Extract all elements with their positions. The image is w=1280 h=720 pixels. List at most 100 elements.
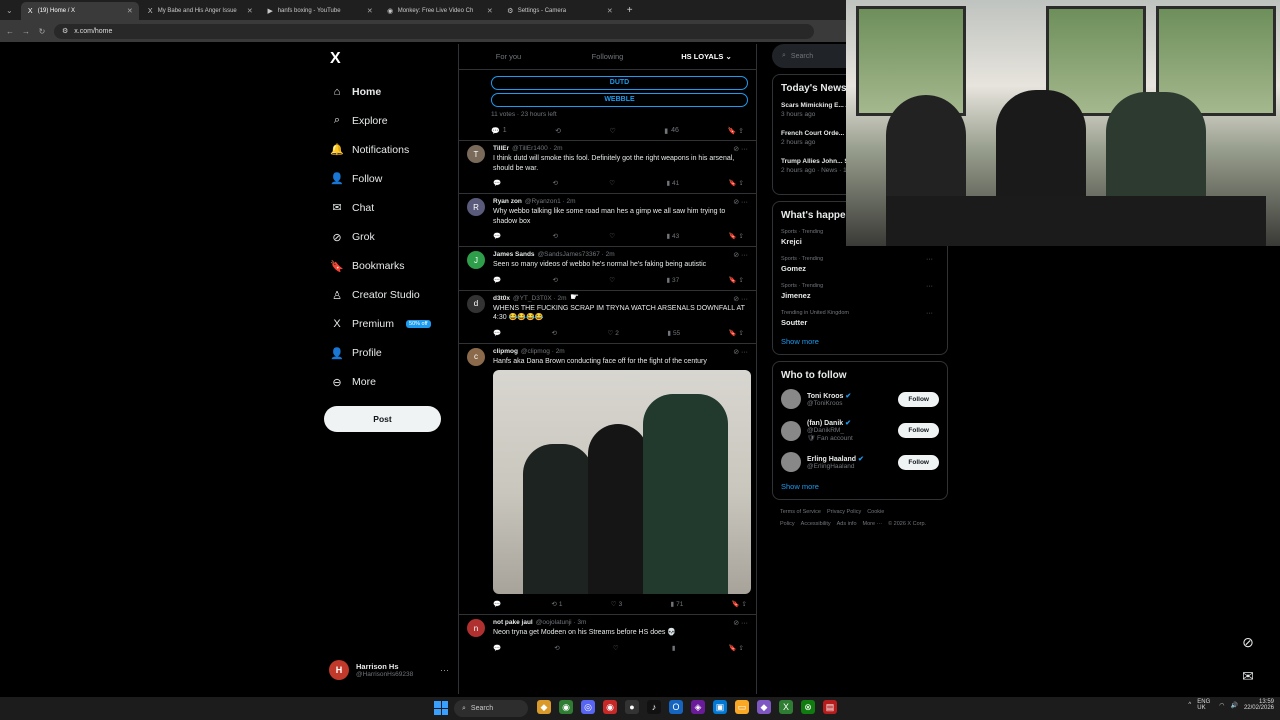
repost-icon[interactable]: ⟲ [555, 127, 561, 135]
app-icon[interactable]: ◉ [603, 700, 617, 714]
outlook-icon[interactable]: O [669, 700, 683, 714]
follow-suggestion[interactable]: Toni Kroos ✔ @ToniKroos Follow [781, 389, 939, 409]
close-icon[interactable]: ✕ [487, 7, 493, 15]
repost-icon[interactable]: ⟲ [552, 232, 559, 240]
views-icon[interactable]: ▮ 37 [666, 276, 679, 284]
nav-item-follow[interactable]: 👤 Follow [322, 164, 452, 193]
footer-link[interactable]: Privacy Policy [827, 509, 861, 515]
wifi-icon[interactable]: ◠ [1219, 702, 1224, 709]
repost-icon[interactable]: ⟲ [552, 179, 559, 187]
back-icon[interactable]: ← [4, 27, 16, 36]
nav-item-chat[interactable]: ✉ Chat [322, 193, 452, 222]
forward-icon[interactable]: → [20, 27, 32, 36]
like-icon[interactable]: ♡ [609, 232, 617, 240]
app-icon[interactable]: ◆ [757, 700, 771, 714]
views-icon[interactable]: ▮ 41 [666, 179, 679, 187]
github-icon[interactable]: ● [625, 700, 639, 714]
tab-following[interactable]: Following [558, 52, 657, 61]
browser-tab[interactable]: ⚙ Settings - Camera ✕ [501, 2, 619, 20]
footer-link[interactable]: More ··· [863, 521, 883, 527]
avatar[interactable] [781, 452, 801, 472]
taskbar-search[interactable]: ⌕ Search [454, 700, 528, 717]
poll-option[interactable]: WEBBLE [491, 93, 748, 107]
reply-icon[interactable]: 💬 [493, 232, 503, 240]
browser-tab[interactable]: X (19) Home / X ✕ [20, 2, 139, 20]
grok-icon[interactable]: ⊘ [1236, 630, 1260, 654]
nav-item-grok[interactable]: ⊘ Grok [322, 222, 452, 251]
close-icon[interactable]: ✕ [367, 7, 373, 15]
more-icon[interactable]: ⊘ ··· [733, 251, 748, 259]
reply-icon[interactable]: 💬 [493, 179, 503, 187]
discord-icon[interactable]: ◎ [581, 700, 595, 714]
xbox-icon[interactable]: ⊗ [801, 700, 815, 714]
site-info-icon[interactable]: ⚙ [62, 27, 68, 35]
tweet[interactable]: c clipmog @clipmog · 2m Hanfs aka Dana Brow… [459, 342, 756, 615]
bookmark-share-icon[interactable]: 🔖 ⇪ [729, 276, 744, 284]
tab-hs-loyals[interactable]: HS LOYALS ⌄ [657, 52, 756, 61]
new-tab-button[interactable]: + [619, 2, 641, 20]
like-icon[interactable]: ♡ [613, 644, 621, 652]
camera-app-icon[interactable]: ▤ [823, 700, 837, 714]
avatar[interactable]: d [467, 294, 485, 313]
trend-item[interactable]: Sports · Trending Gomez ··· [781, 256, 939, 273]
tray-chevron-icon[interactable]: ^ [1188, 702, 1191, 708]
bookmark-share-icon[interactable]: 🔖 ⇪ [729, 179, 744, 187]
footer-link[interactable]: Ads info [837, 521, 857, 527]
follow-button[interactable]: Follow [898, 391, 939, 407]
more-icon[interactable]: ⊘ ··· [733, 295, 748, 303]
nav-item-bookmarks[interactable]: 🔖 Bookmarks [322, 252, 452, 281]
bookmark-share-icon[interactable]: 🔖 ⇪ [729, 644, 744, 652]
tweet-author[interactable]: not pake jaul [493, 619, 533, 626]
tweet-author[interactable]: TillEr [493, 145, 509, 152]
show-more-link[interactable]: Show more [781, 337, 939, 346]
file-explorer-icon[interactable]: ▭ [735, 700, 749, 714]
chrome-icon[interactable]: ◉ [559, 700, 573, 714]
follow-button[interactable]: Follow [898, 423, 939, 438]
bookmark-share-icon[interactable]: 🔖 ⇪ [732, 600, 747, 608]
tweet-author[interactable]: Ryan zon [493, 198, 522, 205]
tweet[interactable]: T TillEr @TillEr1400 · 2m I think dutd will… [459, 140, 756, 193]
browser-tab[interactable]: ▶ hanfs boxing - YouTube ✕ [261, 2, 379, 20]
tweet-author[interactable]: clipmog [493, 348, 518, 355]
widgets-icon[interactable]: ◆ [537, 700, 551, 714]
avatar[interactable] [781, 389, 801, 409]
views-icon[interactable]: ▮ [672, 644, 678, 652]
more-icon[interactable]: ··· [926, 256, 933, 263]
like-icon[interactable]: ♡ 3 [611, 600, 622, 608]
windows-start-icon[interactable] [434, 701, 448, 715]
close-icon[interactable]: ✕ [127, 7, 133, 15]
avatar[interactable]: R [467, 198, 485, 216]
x-logo-icon[interactable]: X [330, 50, 452, 68]
app-icon[interactable]: ◈ [691, 700, 705, 714]
bookmark-share-icon[interactable]: 🔖 ⇪ [729, 329, 744, 337]
nav-item-explore[interactable]: ⌕ Explore [322, 106, 452, 135]
tweet[interactable]: R Ryan zon @Ryanzon1 · 2m Why webbo talking… [459, 193, 756, 246]
reply-icon[interactable]: 💬 [493, 276, 503, 284]
follow-suggestion[interactable]: (fan) Danik ✔ @DanikRM_ 🛡 Fan account Follo… [781, 419, 939, 442]
avatar[interactable]: c [467, 347, 485, 366]
repost-icon[interactable]: ⟲ [554, 644, 561, 652]
footer-link[interactable]: Terms of Service [780, 509, 821, 515]
reload-icon[interactable]: ↻ [36, 27, 48, 36]
browser-tab[interactable]: ◉ Monkey: Free Live Video Ch ✕ [381, 2, 499, 20]
views-icon[interactable]: ▮ 46 [664, 127, 679, 135]
views-icon[interactable]: ▮ 55 [667, 329, 680, 337]
account-switcher[interactable]: H Harrison Hs @HarrisonHs69238 ··· [329, 660, 449, 680]
repost-icon[interactable]: ⟲ [552, 329, 559, 337]
follow-suggestion[interactable]: Erling Haaland ✔ @ErlingHaaland Follow [781, 452, 939, 472]
avatar[interactable]: n [467, 619, 485, 637]
more-icon[interactable]: ⊘ ··· [733, 198, 748, 206]
volume-icon[interactable]: 🔊 [1230, 702, 1237, 709]
tweet[interactable]: d d3t0x @YT_D3T0X · 2m WHENS THE FUCKING SC… [459, 289, 756, 343]
tab-search-icon[interactable]: ⌄ [0, 2, 19, 20]
like-icon[interactable]: ♡ [609, 276, 617, 284]
tab-for-you[interactable]: For you [459, 52, 558, 61]
footer-link[interactable]: © 2026 X Corp. [888, 521, 926, 527]
more-icon[interactable]: ⊘ ··· [733, 145, 748, 153]
repost-icon[interactable]: ⟲ [552, 276, 559, 284]
tweet[interactable]: n not pake jaul @oojolatunji · 3m Neon tryn… [459, 614, 756, 658]
repost-icon[interactable]: ⟲ 1 [551, 600, 562, 608]
browser-tab[interactable]: X My Babe and His Anger Issue ✕ [141, 2, 259, 20]
nav-item-creator-studio[interactable]: ♙ Creator Studio [322, 281, 452, 310]
trend-item[interactable]: Trending in United Kingdom Soutter ··· [781, 310, 939, 327]
